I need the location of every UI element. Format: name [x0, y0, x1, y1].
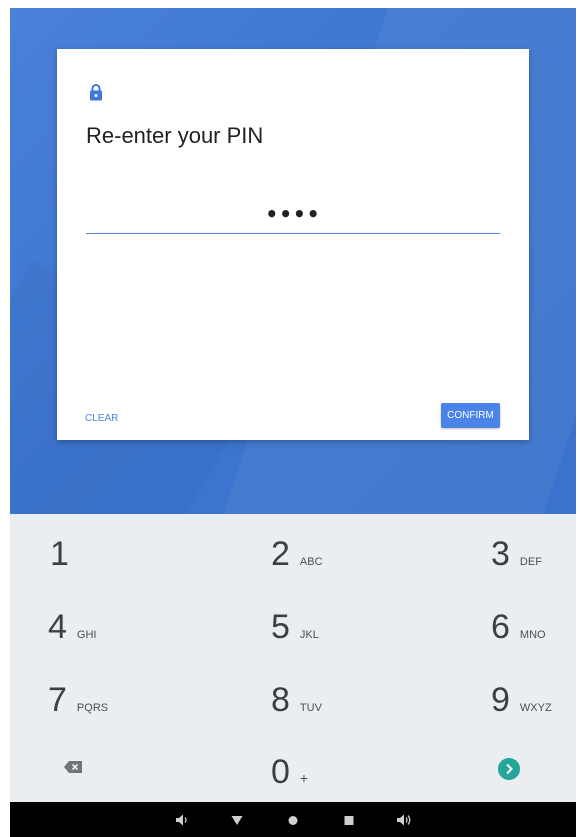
- clear-button[interactable]: CLEAR: [85, 413, 118, 424]
- key-letters: TUV: [299, 702, 322, 714]
- key-letters: GHI: [76, 629, 97, 641]
- lock-icon: [90, 84, 102, 101]
- recents-square-icon[interactable]: [341, 812, 357, 828]
- key-8[interactable]: 8 TUV: [271, 680, 322, 720]
- home-circle-icon[interactable]: [285, 812, 301, 828]
- key-2[interactable]: 2 ABC: [271, 534, 323, 574]
- key-letters: WXYZ: [519, 702, 552, 714]
- key-1[interactable]: 1: [50, 534, 69, 574]
- key-letters: JKL: [299, 629, 319, 641]
- key-9[interactable]: 9 WXYZ: [491, 680, 552, 720]
- confirm-button[interactable]: CONFIRM: [441, 403, 500, 428]
- key-7[interactable]: 7 PQRS: [48, 680, 108, 720]
- key-letters: +: [299, 770, 309, 786]
- key-digit: 8: [271, 681, 290, 719]
- backspace-icon[interactable]: [63, 760, 83, 774]
- lock-screen: Re-enter your PIN •••• CLEAR CONFIRM 1 2…: [10, 8, 576, 837]
- enter-arrow-icon[interactable]: [498, 758, 520, 780]
- key-letters: PQRS: [76, 702, 109, 714]
- back-triangle-icon[interactable]: [229, 812, 245, 828]
- key-digit: 4: [48, 608, 67, 646]
- key-5[interactable]: 5 JKL: [271, 607, 319, 647]
- key-letters: DEF: [519, 556, 542, 568]
- key-3[interactable]: 3 DEF: [491, 534, 542, 574]
- volume-up-icon[interactable]: [396, 812, 412, 828]
- key-digit: 9: [491, 681, 510, 719]
- dialog-title: Re-enter your PIN: [86, 123, 264, 148]
- numeric-keypad: 1 2 ABC 3 DEF 4 GHI 5 JKL 6 MNO 7 PQRS 8…: [10, 514, 576, 802]
- key-4[interactable]: 4 GHI: [48, 607, 96, 647]
- key-letters: ABC: [299, 556, 323, 568]
- volume-down-icon[interactable]: [174, 812, 190, 828]
- pin-masked-value: ••••: [265, 202, 321, 226]
- key-digit: 5: [271, 608, 290, 646]
- key-digit: 2: [271, 535, 290, 573]
- navigation-bar: [10, 802, 576, 837]
- key-digit: 0: [271, 753, 290, 791]
- key-digit: 1: [50, 535, 69, 573]
- key-letters: MNO: [519, 629, 546, 641]
- key-6[interactable]: 6 MNO: [491, 607, 546, 647]
- key-digit: 3: [491, 535, 510, 573]
- key-digit: 7: [48, 681, 67, 719]
- pin-input[interactable]: ••••: [86, 199, 500, 234]
- pin-dialog: Re-enter your PIN •••• CLEAR CONFIRM: [57, 49, 529, 440]
- key-0[interactable]: 0 +: [271, 752, 308, 792]
- key-digit: 6: [491, 608, 510, 646]
